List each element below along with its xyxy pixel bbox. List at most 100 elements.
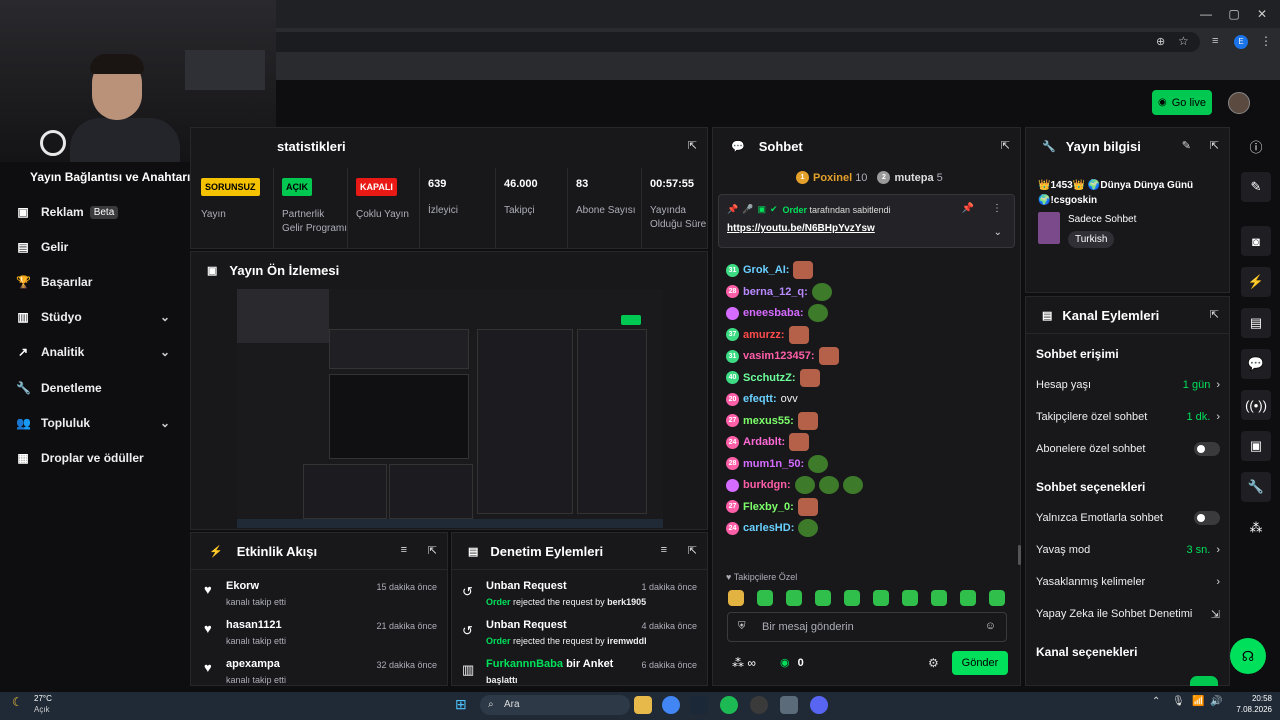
chat-username[interactable]: vasim123457: (743, 350, 815, 362)
chat-message[interactable]: 40 ScchutzZ: (726, 368, 820, 388)
setting-toggle[interactable] (1194, 442, 1220, 456)
zoom-icon[interactable]: ⊕ (1156, 35, 1165, 48)
broadcast-icon[interactable]: ((•)) (1241, 390, 1271, 420)
setting-toggle[interactable] (1194, 511, 1220, 525)
mod-action-item[interactable]: ↺ Unban Request Order rejected the request… (458, 580, 703, 620)
sidebar-item-denetleme[interactable]: 🔧 Denetleme (16, 376, 186, 400)
emote-button[interactable] (960, 590, 976, 606)
sidebar-stream-key-label[interactable]: Yayın Bağlantısı ve Anahtarı (30, 170, 190, 184)
sidebar-item-gelir[interactable]: ▤ Gelir (16, 235, 186, 259)
channel-setting-row[interactable]: Abonelere özel sohbet (1036, 439, 1220, 459)
emote-button[interactable] (728, 590, 744, 606)
chat-message[interactable]: 24 Ardablt: (726, 432, 810, 452)
close-icon[interactable]: ✕ (1252, 6, 1272, 22)
chat-scrollbar[interactable] (1018, 545, 1021, 565)
chrome-icon[interactable] (662, 696, 680, 714)
chat-input[interactable]: ⛨ Bir mesaj gönderin ☺ (727, 612, 1007, 642)
popout-icon[interactable]: ⇱ (1210, 139, 1219, 152)
chat-username[interactable]: burkdgn: (743, 479, 791, 491)
emote-button[interactable] (989, 590, 1005, 606)
filter-icon[interactable]: ≡ (401, 544, 407, 556)
chat-message[interactable]: 27 mexus55: (726, 411, 818, 431)
emote-button[interactable] (844, 590, 860, 606)
chat-message[interactable]: 31 vasim123457: (726, 346, 839, 366)
chat-message[interactable]: eneesbaba: (726, 303, 828, 323)
address-bar[interactable] (160, 32, 1200, 52)
activity-item[interactable]: ♥ apexampa kanalı takip etti 32 dakika önce (198, 658, 443, 686)
chat-username[interactable]: Flexby_0: (743, 501, 794, 513)
star-icon[interactable]: ☆ (1178, 34, 1189, 48)
microphone-icon[interactable]: 🎙 (1172, 696, 1185, 707)
chat-username[interactable]: amurzz: (743, 329, 785, 341)
app-icon[interactable] (780, 696, 798, 714)
stream-preview-video[interactable] (237, 289, 663, 528)
edit-icon[interactable]: ✎ (1241, 172, 1271, 202)
sidebar-item-analitik[interactable]: ↗ Analitik ⌄ (16, 340, 186, 364)
chat-bubble-icon[interactable]: 💬 (1241, 349, 1271, 379)
chat-message[interactable]: burkdgn: (726, 475, 863, 495)
chevron-down-icon[interactable]: ⌄ (994, 227, 1002, 238)
popout-icon[interactable]: ⇱ (428, 544, 437, 557)
channel-setting-row[interactable]: Takipçilere özel sohbet 1 dk. › (1036, 407, 1220, 427)
wrench-icon[interactable]: 🔧 (1241, 472, 1271, 502)
playlist-icon[interactable]: ≡ (1212, 35, 1218, 47)
popout-icon[interactable]: ⇱ (1001, 139, 1010, 152)
infinity-icon[interactable]: ⁂ ∞ (732, 656, 756, 670)
chat-username[interactable]: mexus55: (743, 415, 794, 427)
chat-username[interactable]: Grok_AI: (743, 264, 789, 276)
emote-button[interactable] (786, 590, 802, 606)
clock-time[interactable]: 20:58 (1234, 694, 1272, 703)
channel-setting-row[interactable]: Yasaklanmış kelimeler › (1036, 572, 1220, 592)
community-icon[interactable]: ⁂ (1241, 513, 1271, 543)
sidebar-item-topluluk[interactable]: 👥 Topluluk ⌄ (16, 411, 186, 435)
minimize-icon[interactable]: — (1196, 6, 1216, 22)
more-icon[interactable]: ⋮ (992, 203, 1002, 214)
chat-message[interactable]: 24 carlesHD: (726, 518, 819, 538)
emote-button[interactable] (873, 590, 889, 606)
support-headset-icon[interactable]: ☊ (1230, 638, 1266, 674)
volume-icon[interactable]: 🔊 (1210, 696, 1222, 707)
chat-username[interactable]: efeqtt: (743, 393, 777, 405)
lightning-icon[interactable]: ⚡ (1241, 267, 1271, 297)
channel-setting-row[interactable]: Yapay Zeka ile Sohbet Denetimi ⇲ (1036, 604, 1220, 624)
chat-username[interactable]: berna_12_q: (743, 286, 808, 298)
activity-item[interactable]: ♥ Ekorw kanalı takip etti 15 dakika önce (198, 580, 443, 620)
popout-icon[interactable]: ⇱ (1210, 308, 1219, 321)
channel-setting-row[interactable]: Hesap yaşı 1 gün › (1036, 375, 1220, 395)
sidebar-item-reklam[interactable]: ▣ Reklam Beta (16, 200, 186, 224)
profile-e-icon[interactable]: E (1234, 35, 1248, 49)
stream-tag[interactable]: Turkish (1068, 231, 1115, 248)
channel-setting-row[interactable]: Yalnızca Emotlarla sohbet (1036, 508, 1220, 528)
chat-message[interactable]: 27 Flexby_0: (726, 497, 818, 517)
chat-message[interactable]: 31 Grok_AI: (726, 260, 814, 280)
go-live-button[interactable]: ◉ Go live (1152, 90, 1212, 115)
unpin-icon[interactable]: 📌 (962, 203, 974, 214)
chat-username[interactable]: carlesHD: (743, 522, 794, 534)
popout-icon[interactable]: ⇱ (688, 544, 697, 557)
file-explorer-icon[interactable] (634, 696, 652, 714)
discord-icon[interactable] (810, 696, 828, 714)
emoji-icon[interactable]: ☺ (985, 620, 996, 632)
camera-icon[interactable]: ◙ (1241, 226, 1271, 256)
sidebar-item-droplar[interactable]: ▦ Droplar ve ödüller (16, 446, 186, 470)
chat-message[interactable]: 28 mum1n_50: (726, 454, 829, 474)
activity-item[interactable]: ♥ hasan1121 kanalı takip etti 21 dakika önc… (198, 619, 443, 659)
windows-start-icon[interactable]: ⊞ (455, 695, 473, 713)
popout-icon[interactable]: ⇱ (688, 139, 697, 152)
emote-button[interactable] (757, 590, 773, 606)
avatar[interactable] (1228, 92, 1250, 114)
mod-action-item[interactable]: ↺ Unban Request Order rejected the request… (458, 619, 703, 659)
info-icon[interactable]: ⓘ (1241, 131, 1271, 161)
mod-action-item[interactable]: ▥ FurkannnBaba bir Anket başlattı 6 dakika … (458, 658, 703, 686)
chat-username[interactable]: eneesbaba: (743, 307, 804, 319)
emote-button[interactable] (815, 590, 831, 606)
chat-message[interactable]: 28 berna_12_q: (726, 282, 832, 302)
obs-icon[interactable] (750, 696, 768, 714)
send-button[interactable]: Gönder (952, 651, 1008, 675)
pinned-link[interactable]: https://youtu.be/N6BHpYvzYsw (727, 223, 875, 234)
document-icon[interactable]: ▤ (1241, 308, 1271, 338)
weather-temp[interactable]: 27°C (34, 694, 52, 703)
channel-setting-row[interactable]: Yavaş mod 3 sn. › (1036, 540, 1220, 560)
steam-icon[interactable] (690, 696, 708, 714)
channel-points[interactable]: ◉ 0 (780, 656, 804, 670)
